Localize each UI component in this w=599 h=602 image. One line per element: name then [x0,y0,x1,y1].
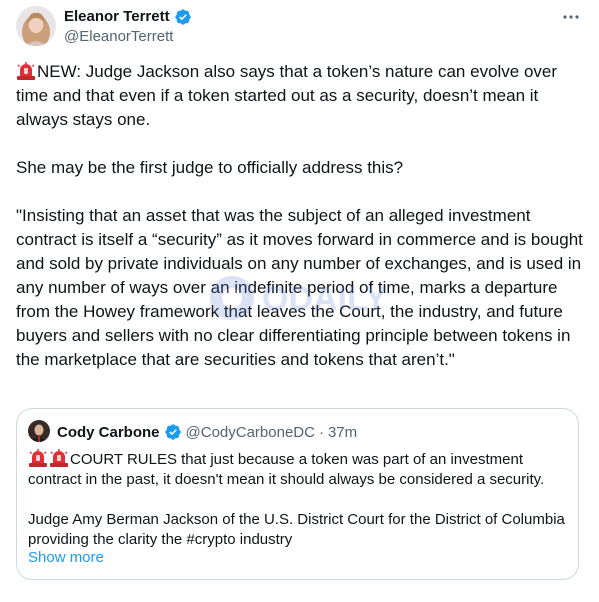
quoted-tweet-card[interactable]: Cody Carbone @CodyCarboneDC · 37m COURT … [16,408,579,580]
more-horizontal-icon [562,7,580,25]
tweet-card: Eleanor Terrett @EleanorTerrett NEW: Jud… [0,0,599,602]
tweet-paragraph: NEW: Judge Jackson also says that a toke… [16,60,588,132]
show-more-link[interactable]: Show more [28,548,104,568]
quoted-author-avatar[interactable] [28,420,50,442]
quoted-timestamp[interactable]: 37m [328,424,357,441]
tweet-paragraph-2: She may be the first judge to officially… [16,158,404,177]
quoted-paragraph: COURT RULES that just because a token wa… [28,449,573,490]
quoted-text: COURT RULES that just because a token wa… [28,449,573,550]
author-display-name[interactable]: Eleanor Terrett [64,7,170,27]
quoted-display-name[interactable]: Cody Carbone [57,424,160,441]
tweet-paragraph-3: "Insisting that an asset that was the su… [16,206,588,369]
author-name-row: Eleanor Terrett [64,7,192,27]
quoted-handle[interactable]: @CodyCarboneDC [186,424,315,441]
siren-icon [49,449,69,467]
verified-badge-icon [174,8,192,26]
tweet-text: NEW: Judge Jackson also says that a toke… [16,60,588,372]
more-options-button[interactable] [560,6,582,26]
verified-badge-icon [164,423,182,441]
author-avatar[interactable] [16,6,56,46]
siren-icon [16,62,36,80]
quoted-separator: · [318,423,324,441]
siren-icon [28,449,48,467]
tweet-paragraph-1: NEW: Judge Jackson also says that a toke… [16,62,562,129]
quoted-paragraph-2: Judge Amy Berman Jackson of the U.S. Dis… [28,511,570,548]
author-handle[interactable]: @EleanorTerrett [64,27,173,46]
quoted-paragraph-1: COURT RULES that just because a token wa… [28,451,545,488]
quoted-header: Cody Carbone @CodyCarboneDC · 37m [57,422,357,442]
